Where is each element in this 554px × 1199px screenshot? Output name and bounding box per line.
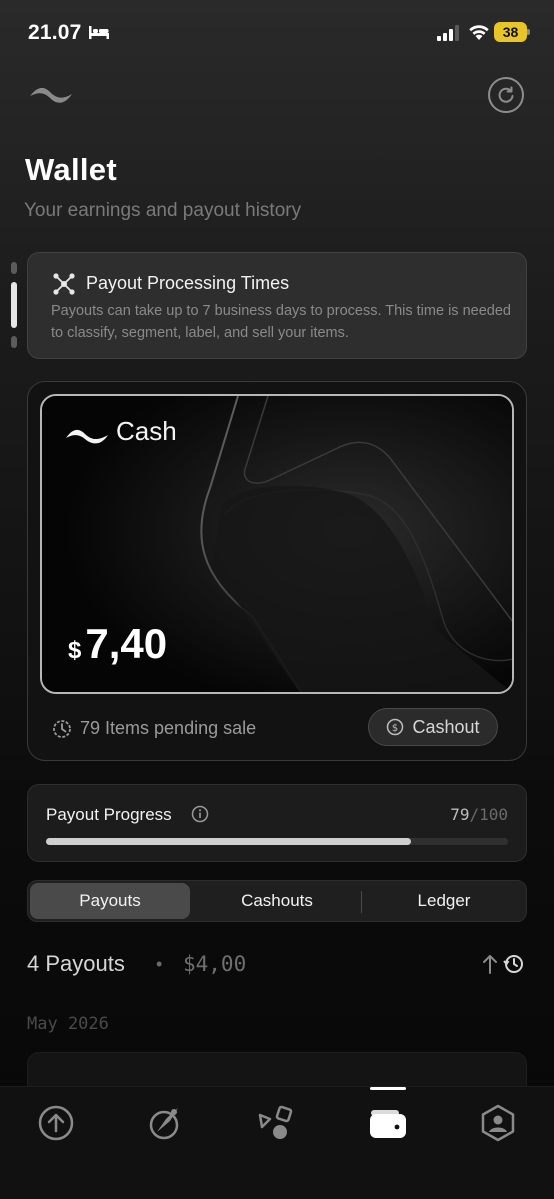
- sort-history-icon[interactable]: [480, 952, 526, 976]
- nav-active-indicator: [370, 1087, 406, 1090]
- progress-track: [46, 838, 508, 845]
- currency-symbol: $: [68, 637, 82, 664]
- battery-level: 38: [494, 22, 527, 42]
- page-title: Wallet: [25, 152, 117, 187]
- payouts-count: 4 Payouts: [27, 951, 125, 976]
- wave-logo-icon: [30, 87, 72, 103]
- shapes-icon[interactable]: [258, 1103, 298, 1143]
- network-icon: [53, 273, 75, 295]
- progress-total: 100: [479, 805, 508, 824]
- status-bar: 21.07 38: [0, 0, 554, 62]
- progress-title: Payout Progress: [46, 805, 172, 824]
- svg-text:$: $: [392, 723, 398, 734]
- info-icon[interactable]: [191, 805, 209, 823]
- refresh-icon: [498, 86, 514, 103]
- wave-logo-icon: [66, 429, 108, 444]
- payout-progress-card: Payout Progress 79/100: [27, 784, 527, 862]
- page-subtitle: Your earnings and payout history: [24, 200, 302, 221]
- clock-icon: [53, 719, 71, 738]
- month-label: May 2026: [27, 1014, 109, 1034]
- cash-card[interactable]: Cash $ 7,40: [40, 394, 514, 694]
- payout-info-card: Payout Processing Times Payouts can take…: [27, 252, 527, 359]
- tab-cashouts[interactable]: Cashouts: [194, 883, 360, 919]
- pending-sale: 79 Items pending sale: [52, 718, 256, 739]
- dollar-coin-icon: $: [387, 718, 404, 736]
- wifi-icon: [469, 25, 489, 40]
- tab-bar: Payouts Cashouts Ledger: [27, 880, 527, 922]
- profile-icon[interactable]: [478, 1103, 518, 1143]
- compass-icon[interactable]: [146, 1103, 186, 1143]
- tab-ledger[interactable]: Ledger: [362, 883, 526, 919]
- cash-balance: $ 7,40: [68, 620, 167, 668]
- scroll-indicator: [10, 262, 18, 352]
- cashout-button[interactable]: $ Cashout: [368, 708, 498, 746]
- refresh-button[interactable]: [488, 77, 524, 113]
- battery-icon: 38: [494, 22, 530, 42]
- upload-icon[interactable]: [36, 1103, 76, 1143]
- balance-value: 7,40: [85, 620, 168, 667]
- tab-payouts[interactable]: Payouts: [30, 883, 190, 919]
- battery-tip: [527, 29, 530, 35]
- wallet-icon[interactable]: [368, 1103, 408, 1143]
- info-card-title: Payout Processing Times: [86, 273, 290, 293]
- status-time: 21.07: [28, 21, 82, 44]
- cash-label: Cash: [116, 416, 177, 446]
- progress-current: 79: [450, 805, 470, 824]
- progress-separator: /: [469, 805, 480, 824]
- info-card-body: Payouts can take up to 7 business days t…: [51, 303, 511, 341]
- pending-sale-text: 79 Items pending sale: [80, 718, 257, 738]
- progress-fill: [46, 838, 411, 845]
- cashout-label: Cashout: [412, 716, 480, 737]
- progress-count: 79/100: [450, 805, 508, 824]
- cash-card-container: Cash $ 7,40 79 Items pending sale $ Cash…: [27, 381, 527, 761]
- bed-icon: [89, 26, 109, 39]
- separator-dot: •: [156, 954, 163, 974]
- bottom-nav: [0, 1086, 554, 1199]
- signal-icon: [437, 25, 459, 41]
- payouts-total: $4,00: [183, 952, 247, 976]
